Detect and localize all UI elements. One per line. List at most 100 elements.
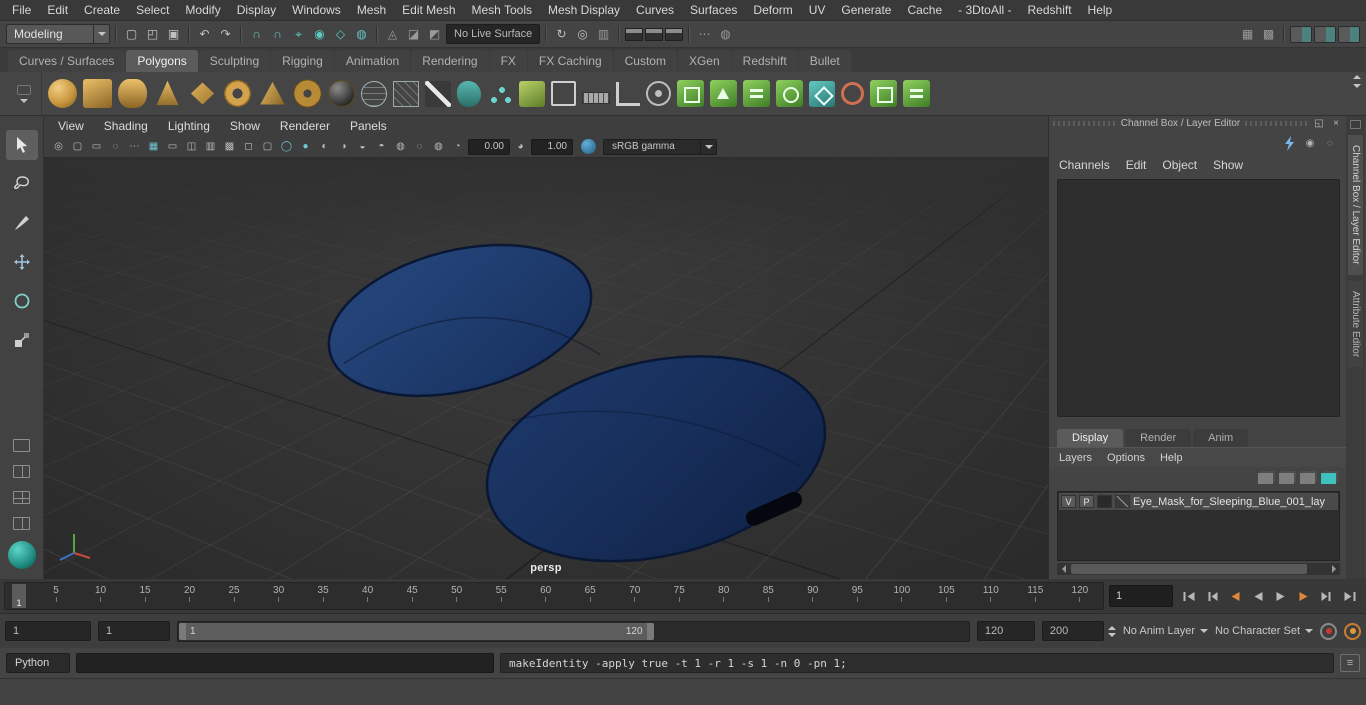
polygon-pyramid-icon[interactable] <box>260 81 285 105</box>
boundary-frame-icon[interactable] <box>551 81 576 106</box>
polygon-pipe-icon[interactable] <box>293 79 322 108</box>
bookmark-icon[interactable]: ▢ <box>69 139 86 155</box>
move-selection-to-layer-icon[interactable] <box>1258 472 1273 484</box>
viewport-menu-item[interactable]: Lighting <box>168 119 210 133</box>
menu-item[interactable]: - 3DtoAll - <box>950 0 1019 21</box>
grid-toggle-icon[interactable]: ▦ <box>145 139 162 155</box>
two-pane-layout-icon[interactable] <box>13 465 30 478</box>
select-hierarchy-icon[interactable]: ◬ <box>383 25 402 43</box>
workspace-grid-icon[interactable]: ▦ <box>1238 25 1257 43</box>
tab-render[interactable]: Render <box>1125 429 1192 447</box>
shelf-tab-polygons[interactable]: Polygons <box>126 50 198 72</box>
viewport-menu-item[interactable]: Show <box>230 119 260 133</box>
shelf-tab-curves-surfaces[interactable]: Curves / Surfaces <box>8 50 126 72</box>
highlight-selection-icon[interactable]: ◎ <box>573 25 592 43</box>
current-frame-field[interactable]: 1 <box>1109 585 1173 607</box>
menu-item[interactable]: Cache <box>899 0 950 21</box>
group-separator[interactable] <box>685 24 693 44</box>
show-menu[interactable]: Show <box>1213 158 1243 172</box>
planar-projection-icon[interactable] <box>393 80 419 107</box>
view-transform-arrow-icon[interactable] <box>700 139 716 154</box>
measure-tool-icon[interactable] <box>582 91 610 104</box>
expression-icon[interactable]: ◌ <box>1324 137 1336 149</box>
group-separator[interactable] <box>185 24 193 44</box>
toggle-modeling-toolkit-icon[interactable] <box>1290 25 1312 43</box>
toon-icon[interactable]: ◍ <box>716 25 735 43</box>
group-separator[interactable] <box>237 24 245 44</box>
menu-item[interactable]: Redshift <box>1020 0 1080 21</box>
menu-item[interactable]: Edit Mesh <box>394 0 463 21</box>
polygon-plane-icon[interactable] <box>190 82 215 105</box>
snap-to-view-plane-icon[interactable]: ◇ <box>331 25 350 43</box>
snap-to-grid-icon[interactable]: ∩ <box>247 25 266 43</box>
channel-history-icon[interactable] <box>1283 135 1296 151</box>
menu-item[interactable]: Deform <box>745 0 800 21</box>
save-scene-icon[interactable]: ▣ <box>164 25 183 43</box>
new-scene-icon[interactable]: ▢ <box>122 25 141 43</box>
character-set-dropdown[interactable]: No Character Set <box>1215 625 1313 637</box>
xray-icon[interactable]: ◍ <box>430 139 447 155</box>
symmetry-tool-icon[interactable] <box>903 80 930 107</box>
object-menu[interactable]: Object <box>1162 158 1197 172</box>
step-back-key-button[interactable] <box>1224 587 1245 606</box>
lasso-tool-button[interactable] <box>6 169 38 199</box>
corner-bevel-icon[interactable] <box>616 81 640 106</box>
gamma-icon[interactable]: ◕ <box>512 139 529 155</box>
polygon-cube-icon[interactable] <box>83 79 112 108</box>
shelf-tab-xgen[interactable]: XGen <box>677 50 731 72</box>
workspace-table-icon[interactable]: ▩ <box>1259 25 1278 43</box>
menu-item[interactable]: Mesh <box>349 0 394 21</box>
target-weld-icon[interactable] <box>646 81 671 106</box>
view-transform-dropdown[interactable]: sRGB gamma <box>603 138 717 155</box>
group-separator[interactable] <box>542 24 550 44</box>
tab-anim[interactable]: Anim <box>1193 429 1249 447</box>
channel-list-area[interactable] <box>1057 179 1340 417</box>
scroll-right-icon[interactable] <box>1327 563 1340 575</box>
shelf-tab-fx-caching[interactable]: FX Caching <box>527 50 613 72</box>
safe-action-icon[interactable]: ◻ <box>240 139 257 155</box>
shelf-tab-custom[interactable]: Custom <box>613 50 677 72</box>
make-live-icon[interactable]: ◍ <box>352 25 371 43</box>
ipr-render-icon[interactable] <box>645 27 663 41</box>
construction-history-icon[interactable]: ↻ <box>552 25 571 43</box>
menu-item[interactable]: Surfaces <box>682 0 745 21</box>
shelf-tab-rendering[interactable]: Rendering <box>411 50 489 72</box>
polygon-cylinder-icon[interactable] <box>118 79 147 108</box>
isolate-select-icon[interactable]: ◌ <box>411 139 428 155</box>
menu-item[interactable]: Mesh Tools <box>464 0 540 21</box>
group-separator[interactable] <box>615 24 623 44</box>
go-to-end-button[interactable] <box>1339 587 1360 606</box>
shelf-menu-arrow-icon[interactable] <box>19 98 28 103</box>
shelf-scroll-up-icon[interactable] <box>1353 75 1361 79</box>
scrollbar-thumb[interactable] <box>1071 564 1308 574</box>
menu-item[interactable]: Select <box>128 0 177 21</box>
menu-item[interactable]: Windows <box>284 0 349 21</box>
ambient-occlusion-icon[interactable]: ◓ <box>373 139 390 155</box>
textured-mode-icon[interactable]: ◐ <box>316 139 333 155</box>
animation-start-field[interactable]: 1 <box>5 621 91 641</box>
command-input[interactable] <box>76 653 494 673</box>
fluid-fill-icon[interactable] <box>457 80 481 107</box>
animation-preferences-icon[interactable] <box>1344 622 1361 640</box>
scale-tool-button[interactable] <box>6 325 38 355</box>
shelf-tab-animation[interactable]: Animation <box>334 50 411 72</box>
go-to-start-button[interactable] <box>1178 587 1199 606</box>
range-slider[interactable]: 1 120 <box>177 620 970 642</box>
viewport-menu-item[interactable]: Panels <box>350 119 387 133</box>
menu-item[interactable]: Generate <box>833 0 899 21</box>
menu-item[interactable]: Curves <box>628 0 682 21</box>
pencil-curve-icon[interactable] <box>425 80 451 107</box>
quad-draw-icon[interactable] <box>809 80 835 107</box>
layer-visibility-toggle[interactable]: V <box>1061 495 1076 508</box>
drag-grip[interactable] <box>1245 121 1309 126</box>
render-settings-icon[interactable] <box>665 27 683 41</box>
shelf-tab-bullet[interactable]: Bullet <box>798 50 851 72</box>
select-tool-button[interactable] <box>5 130 38 160</box>
snap-to-curve-icon[interactable]: ∩ <box>268 25 287 43</box>
new-layer-assign-selected-icon[interactable] <box>1321 472 1336 484</box>
shadows-icon[interactable]: ◒ <box>354 139 371 155</box>
multi-cut-icon[interactable] <box>870 80 897 107</box>
close-panel-icon[interactable]: × <box>1330 118 1342 130</box>
scatter-icon[interactable] <box>487 80 513 107</box>
script-editor-icon[interactable]: ≡ <box>1340 654 1360 672</box>
